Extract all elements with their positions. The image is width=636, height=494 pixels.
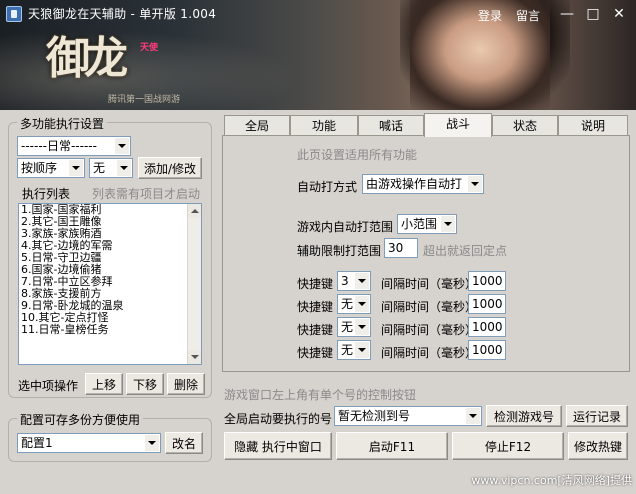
hotkey-label: 快捷键 [297, 277, 334, 291]
interval-label: 间隔时间（毫秒） [381, 346, 478, 360]
order-combo-value: 按顺序 [21, 161, 58, 175]
watermark: www.vipcn.com[清风网络]提供 [471, 474, 632, 487]
maximize-button[interactable]: □ [580, 4, 606, 24]
limit-hint: 超出就返回定点 [423, 244, 508, 258]
run-log-button[interactable]: 运行记录 [566, 405, 628, 427]
scroll-down-icon[interactable] [188, 350, 201, 364]
modify-hotkey-button[interactable]: 修改热键 [568, 432, 628, 460]
title-banner: 天狼御龙在天辅助 - 单开版 1.004 御龙 天使 腾讯第一国战网游 登录 留… [0, 0, 636, 110]
config-combo-value: 配置1 [21, 436, 53, 450]
limit-input[interactable]: 30 [384, 238, 418, 258]
hide-window-button[interactable]: 隐藏 执行中窗口 [224, 432, 332, 460]
exec-list-label: 执行列表 [22, 187, 71, 201]
hotkey-label: 快捷键 [297, 300, 334, 314]
logo-badge: 天使 [140, 43, 159, 53]
detect-accounts-button[interactable]: 检测游戏号 [486, 405, 562, 427]
tab-battle[interactable]: 战斗 [424, 113, 492, 137]
delete-button[interactable]: 删除 [167, 373, 205, 395]
tab-shout[interactable]: 喊话 [358, 115, 424, 136]
hotkey-combo[interactable]: 无 [337, 294, 371, 314]
hotkey-value: 无 [341, 343, 354, 357]
chevron-down-icon [117, 160, 131, 176]
range-combo[interactable]: 小范围 [397, 214, 457, 234]
hotkey-combo[interactable]: 无 [337, 340, 371, 360]
move-up-button[interactable]: 上移 [85, 373, 123, 395]
game-logo: 御龙 [46, 33, 128, 84]
logo-subtitle: 腾讯第一国战网游 [108, 95, 181, 105]
chevron-down-icon [69, 160, 83, 176]
interval-input[interactable]: 1000 [468, 317, 506, 337]
close-button[interactable]: ✕ [606, 4, 632, 24]
hotkey-label: 快捷键 [297, 323, 334, 337]
battle-note: 此页设置适用所有功能 [297, 148, 418, 162]
hotkey-combo[interactable]: 3 [337, 271, 371, 291]
hotkey-label: 快捷键 [297, 346, 334, 360]
config-combo[interactable]: 配置1 [17, 433, 161, 453]
list-scrollbar[interactable] [187, 204, 201, 364]
tab-help[interactable]: 说明 [558, 115, 628, 136]
limit-label: 辅助限制打范围 [297, 244, 382, 258]
window-title: 天狼御龙在天辅助 - 单开版 1.004 [28, 7, 217, 21]
interval-input[interactable]: 1000 [468, 294, 506, 314]
add-modify-button[interactable]: 添加/修改 [138, 157, 202, 179]
interval-label: 间隔时间（毫秒） [381, 300, 478, 314]
login-link[interactable]: 登录 [478, 7, 502, 24]
hotkey-value: 无 [341, 297, 354, 311]
order-combo[interactable]: 按顺序 [17, 158, 85, 178]
interval-input[interactable]: 1000 [468, 340, 506, 360]
global-label: 全局启动要执行的号 [224, 412, 333, 426]
exec-list-hint: 列表需有项目才启动 [92, 187, 201, 201]
control-hint: 游戏窗口左上角有单个号的控制按钮 [224, 388, 417, 402]
chevron-down-icon [468, 176, 482, 192]
global-account-value: 暂无检测到号 [338, 409, 411, 423]
minimize-button[interactable]: — [554, 4, 580, 24]
chevron-down-icon [441, 216, 455, 232]
move-down-button[interactable]: 下移 [126, 373, 164, 395]
daily-combo-value: ------日常------ [21, 139, 97, 153]
multi-function-group-title: 多功能执行设置 [17, 115, 108, 132]
selected-ops-label: 选中项操作 [18, 379, 79, 393]
chevron-down-icon [355, 296, 369, 312]
config-group-title: 配置可存多份方便使用 [17, 411, 144, 428]
auto-mode-value: 由游戏操作自动打 [366, 177, 463, 191]
range-label: 游戏内自动打范围 [297, 220, 394, 234]
hotkey-value: 3 [341, 274, 349, 288]
daily-combo[interactable]: ------日常------ [17, 136, 131, 156]
chevron-down-icon [466, 408, 480, 424]
tab-function[interactable]: 功能 [290, 115, 358, 136]
none-combo[interactable]: 无 [89, 158, 133, 178]
interval-label: 间隔时间（毫秒） [381, 277, 478, 291]
chevron-down-icon [145, 435, 159, 451]
hotkey-combo[interactable]: 无 [337, 317, 371, 337]
auto-mode-combo[interactable]: 由游戏操作自动打 [362, 174, 484, 194]
none-combo-value: 无 [93, 161, 106, 175]
auto-mode-label: 自动打方式 [297, 180, 358, 194]
list-item[interactable]: 11.日常-皇榜任务 [19, 324, 201, 336]
start-button[interactable]: 启动F11 [336, 432, 448, 460]
global-account-combo[interactable]: 暂无检测到号 [334, 406, 482, 426]
interval-label: 间隔时间（毫秒） [381, 323, 478, 337]
tab-status[interactable]: 状态 [492, 115, 558, 136]
app-icon [6, 6, 22, 22]
chevron-down-icon [355, 319, 369, 335]
rename-button[interactable]: 改名 [165, 432, 203, 454]
interval-input[interactable]: 1000 [468, 271, 506, 291]
stop-button[interactable]: 停止F12 [452, 432, 564, 460]
scroll-up-icon[interactable] [188, 204, 201, 218]
hotkey-value: 无 [341, 320, 354, 334]
exec-list[interactable]: 1.国家-国家福利 2.其它-国王雕像 3.家族-家族贿酒 4.其它-边境的军需… [18, 203, 202, 365]
message-link[interactable]: 留言 [516, 7, 540, 24]
chevron-down-icon [355, 342, 369, 358]
chevron-down-icon [115, 138, 129, 154]
range-value: 小范围 [401, 217, 438, 231]
tab-global[interactable]: 全局 [224, 115, 290, 136]
chevron-down-icon [355, 273, 369, 289]
